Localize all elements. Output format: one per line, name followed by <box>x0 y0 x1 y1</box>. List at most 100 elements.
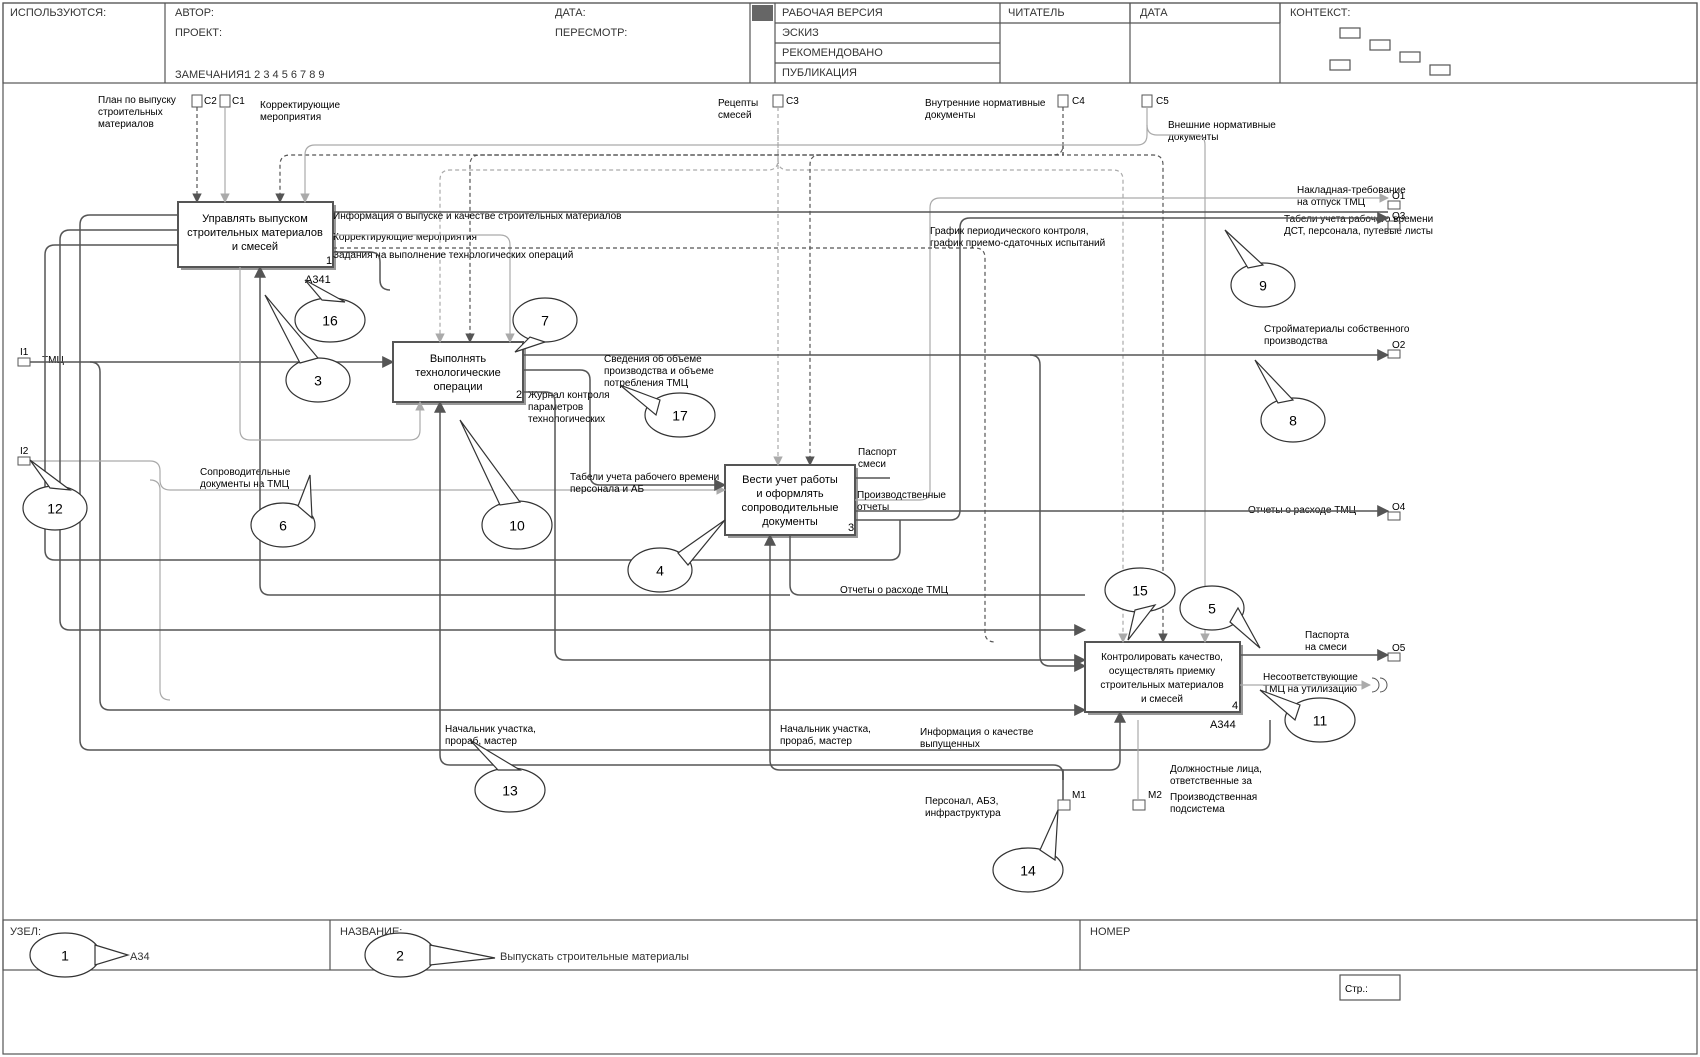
hdr-project: ПРОЕКТ: <box>175 27 222 39</box>
callout-11: 11 <box>1260 690 1355 742</box>
svg-text:ЭСКИЗ: ЭСКИЗ <box>782 27 819 39</box>
svg-text:10: 10 <box>509 518 525 534</box>
idef0-diagram: ИСПОЛЬЗУЮТСЯ: АВТОР: ПРОЕКТ: ДАТА: ПЕРЕС… <box>0 0 1700 1057</box>
svg-text:Несоответствующие: Несоответствующие <box>1263 672 1358 683</box>
svg-text:Производственная: Производственная <box>1170 792 1257 803</box>
svg-text:Паспорта: Паспорта <box>1305 630 1350 641</box>
svg-text:C3: C3 <box>786 96 799 107</box>
svg-text:график приемо-сдаточных испыта: график приемо-сдаточных испытаний <box>930 237 1105 249</box>
svg-text:осуществлять приемку: осуществлять приемку <box>1109 666 1215 677</box>
svg-text:O3: O3 <box>1392 211 1406 222</box>
svg-text:документы: документы <box>1168 132 1219 143</box>
svg-text:Паспорт: Паспорт <box>858 447 897 458</box>
svg-text:НОМЕР: НОМЕР <box>1090 926 1130 938</box>
svg-text:Контролировать качество,: Контролировать качество, <box>1101 652 1223 663</box>
callout-7: 7 <box>513 298 577 352</box>
svg-text:O1: O1 <box>1392 191 1406 202</box>
svg-text:строительных материалов: строительных материалов <box>1100 680 1223 691</box>
svg-text:ТМЦ на утилизацию: ТМЦ на утилизацию <box>1263 684 1358 695</box>
svg-text:на смеси: на смеси <box>1305 642 1347 653</box>
svg-text:Персонал, АБЗ,: Персонал, АБЗ, <box>925 796 998 807</box>
svg-text:Корректирующие мероприятия: Корректирующие мероприятия <box>333 232 477 243</box>
svg-text:на отпуск ТМЦ: на отпуск ТМЦ <box>1297 197 1366 208</box>
svg-text:смесей: смесей <box>718 110 752 121</box>
svg-text:Внутренние нормативные: Внутренние нормативные <box>925 98 1046 109</box>
svg-text:O2: O2 <box>1392 340 1406 351</box>
svg-text:производства: производства <box>1264 336 1328 347</box>
svg-text:3: 3 <box>848 522 854 534</box>
svg-text:операции: операции <box>433 381 482 393</box>
svg-text:УЗЕЛ:: УЗЕЛ: <box>10 926 41 938</box>
hdr-date: ДАТА: <box>555 7 586 19</box>
callout-16: 16 <box>295 280 365 342</box>
callout-8: 8 <box>1255 360 1325 442</box>
svg-text:Выпускать строительные материа: Выпускать строительные материалы <box>500 951 689 963</box>
svg-text:строительных: строительных <box>98 107 163 118</box>
callout-4: 4 <box>628 520 725 592</box>
svg-text:C1: C1 <box>232 96 245 107</box>
hdr-used: ИСПОЛЬЗУЮТСЯ: <box>10 7 106 19</box>
svg-text:Сопроводительные: Сопроводительные <box>200 467 291 478</box>
svg-text:6: 6 <box>279 518 287 534</box>
svg-text:1: 1 <box>326 255 332 267</box>
svg-text:14: 14 <box>1020 863 1036 879</box>
svg-text:Стр.:: Стр.: <box>1345 984 1368 995</box>
hdr-notenums: 1 2 3 4 5 6 7 8 9 <box>245 69 325 81</box>
svg-text:и смесей: и смесей <box>1141 694 1183 705</box>
svg-text:строительных материалов: строительных материалов <box>187 227 323 239</box>
svg-text:4: 4 <box>656 563 664 579</box>
svg-text:17: 17 <box>672 408 688 424</box>
svg-text:План по выпуску: План по выпуску <box>98 95 176 106</box>
callout-5: 5 <box>1180 586 1260 648</box>
svg-text:Управлять выпуском: Управлять выпуском <box>202 213 308 225</box>
svg-text:КОНТЕКСТ:: КОНТЕКСТ: <box>1290 7 1350 19</box>
svg-text:M2: M2 <box>1148 790 1162 801</box>
svg-text:M1: M1 <box>1072 790 1086 801</box>
callout-14: 14 <box>993 810 1063 892</box>
callout-13: 13 <box>470 740 545 812</box>
svg-text:Табели учета рабочего времени: Табели учета рабочего времени <box>570 471 719 483</box>
svg-text:C4: C4 <box>1072 96 1085 107</box>
svg-text:Накладная-требование: Накладная-требование <box>1297 184 1406 196</box>
svg-text:Выполнять: Выполнять <box>430 353 487 365</box>
svg-text:документы на ТМЦ: документы на ТМЦ <box>200 479 290 490</box>
svg-text:5: 5 <box>1208 601 1216 617</box>
svg-text:смеси: смеси <box>858 459 886 470</box>
svg-text:РЕКОМЕНДОВАНО: РЕКОМЕНДОВАНО <box>782 47 883 59</box>
callout-10: 10 <box>460 420 552 549</box>
svg-text:ЧИТАТЕЛЬ: ЧИТАТЕЛЬ <box>1008 7 1065 19</box>
svg-text:документы: документы <box>762 516 818 528</box>
svg-text:7: 7 <box>541 313 549 329</box>
svg-text:прораб, мастер: прораб, мастер <box>445 735 517 747</box>
callout-15: 15 <box>1105 568 1175 640</box>
svg-text:I1: I1 <box>20 347 29 358</box>
svg-text:График периодического контроля: График периодического контроля, <box>930 225 1089 237</box>
svg-text:O5: O5 <box>1392 643 1406 654</box>
svg-text:C2: C2 <box>204 96 217 107</box>
svg-text:Рецепты: Рецепты <box>718 98 758 109</box>
svg-text:A34: A34 <box>130 951 150 963</box>
callout-9: 9 <box>1225 230 1295 307</box>
svg-text:16: 16 <box>322 313 338 329</box>
svg-text:13: 13 <box>502 783 518 799</box>
svg-text:I2: I2 <box>20 446 29 457</box>
svg-text:4: 4 <box>1232 700 1238 712</box>
svg-text:2: 2 <box>516 389 522 401</box>
svg-text:O4: O4 <box>1392 502 1406 513</box>
hdr-revision: ПЕРЕСМОТР: <box>555 27 627 39</box>
svg-text:технологических: технологических <box>528 414 605 425</box>
callout-12: 12 <box>23 460 87 530</box>
svg-text:Начальник участка,: Начальник участка, <box>445 724 536 735</box>
svg-text:производства и объеме: производства и объеме <box>604 365 714 377</box>
svg-text:Внешние нормативные: Внешние нормативные <box>1168 120 1276 131</box>
svg-text:технологические: технологические <box>415 367 500 379</box>
svg-text:инфраструктура: инфраструктура <box>925 807 1001 819</box>
svg-text:и оформлять: и оформлять <box>756 488 824 500</box>
svg-text:Вести учет работы: Вести учет работы <box>742 474 838 486</box>
svg-text:мероприятия: мероприятия <box>260 112 321 123</box>
svg-text:документы: документы <box>925 110 976 121</box>
svg-text:ответственные за: ответственные за <box>1170 776 1252 787</box>
svg-text:прораб, мастер: прораб, мастер <box>780 735 852 747</box>
svg-text:Стройматериалы собственного: Стройматериалы собственного <box>1264 323 1410 335</box>
svg-text:8: 8 <box>1289 413 1297 429</box>
